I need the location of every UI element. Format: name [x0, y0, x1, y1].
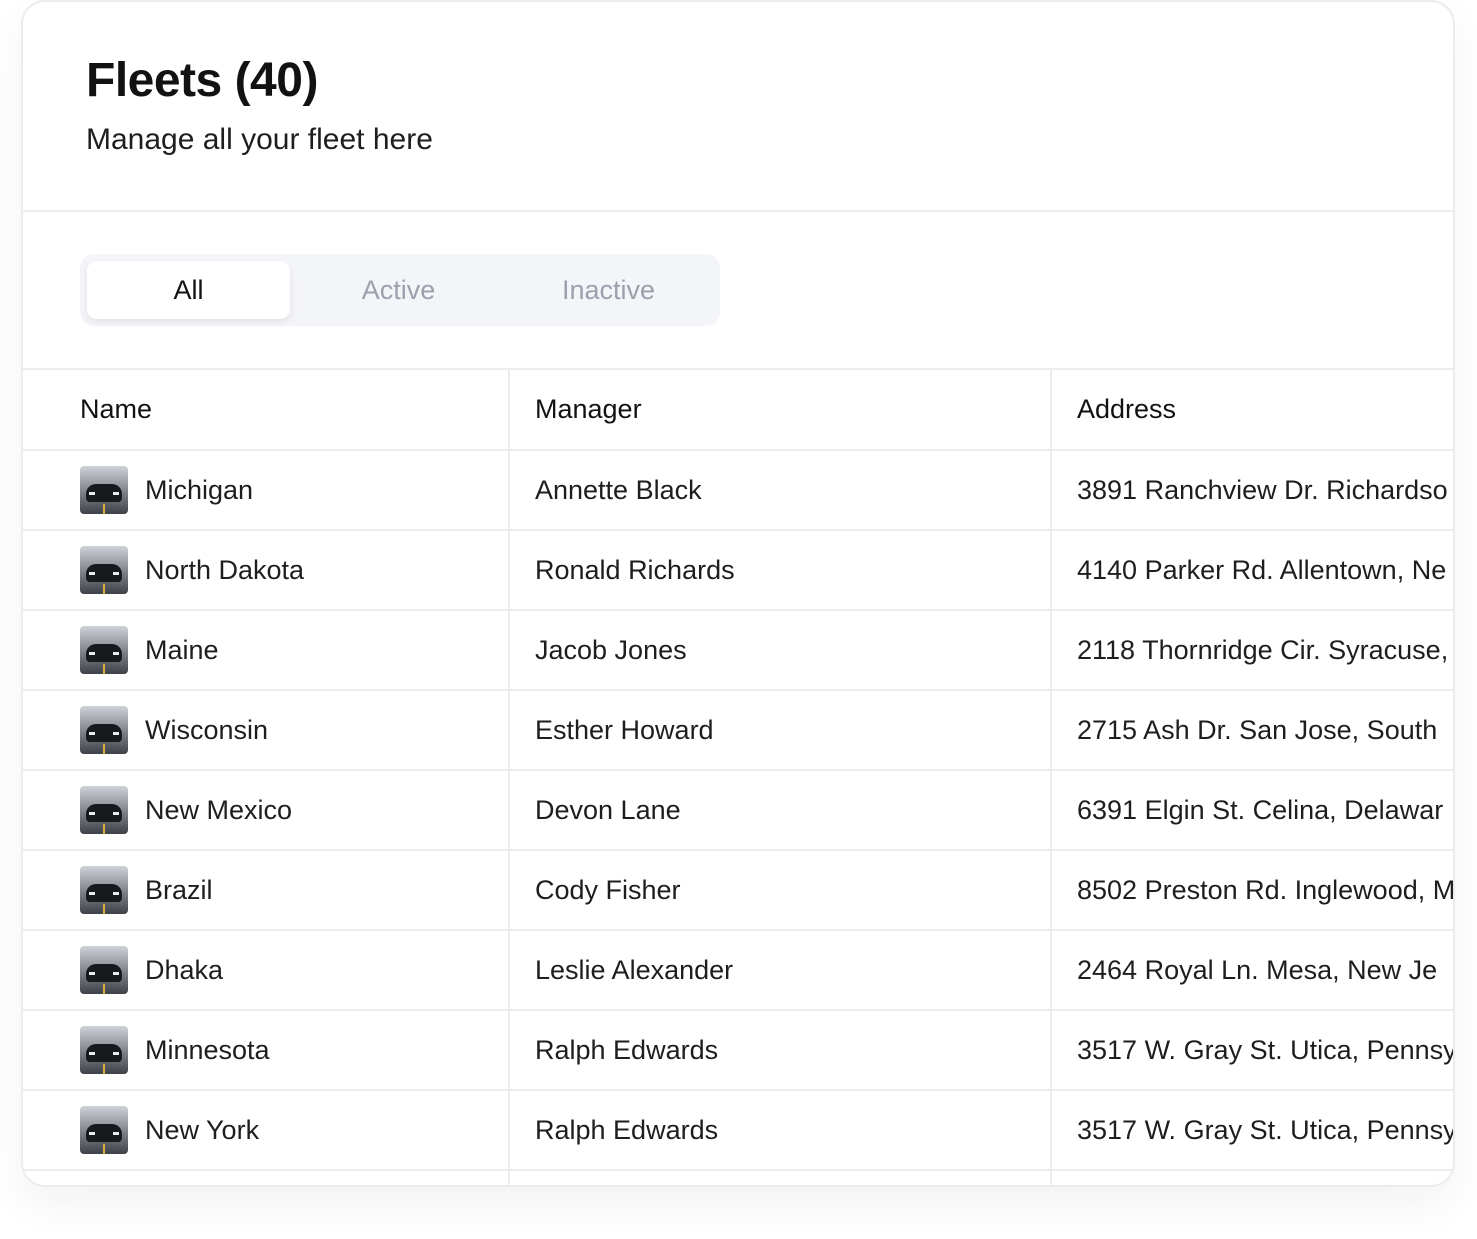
page-subtitle: Manage all your fleet here [86, 123, 433, 156]
cell-name: Brazil [23, 850, 509, 931]
name-cell: New York [80, 1106, 508, 1154]
name-cell [80, 1186, 508, 1187]
cell-name: Dhaka [23, 930, 509, 1011]
car-thumbnail-icon [80, 1026, 128, 1074]
cell-manager: Ralph Edwards [508, 1010, 1051, 1091]
fleet-name[interactable]: New Mexico [145, 795, 292, 826]
cell-address: 2715 Ash Dr. San Jose, South [1050, 690, 1453, 771]
cell-name: New York [23, 1090, 509, 1171]
page-header: Fleets (40) Manage all your fleet here [23, 2, 1453, 212]
name-cell: Dhaka [80, 946, 508, 994]
cell-manager: Leslie Alexander [508, 930, 1051, 1011]
cell-name: Maine [23, 610, 509, 691]
fleet-name[interactable]: Dhaka [145, 955, 223, 986]
cell-manager: Jacob Jones [508, 610, 1051, 691]
fleet-name[interactable]: Maine [145, 635, 219, 666]
cell-name: North Dakota [23, 530, 509, 611]
car-thumbnail-icon [80, 1106, 128, 1154]
cell-address: 2118 Thornridge Cir. Syracuse, C [1050, 610, 1453, 691]
cell-manager: Esther Howard [508, 690, 1051, 771]
fleet-name[interactable]: Minnesota [145, 1035, 270, 1066]
cell-manager: Ralph Edwards [508, 1090, 1051, 1171]
cell-address: 3517 W. Gray St. Utica, Pennsy [1050, 1010, 1453, 1091]
name-cell: Wisconsin [80, 706, 508, 754]
column-header-name[interactable]: Name [23, 370, 509, 451]
name-cell: Brazil [80, 866, 508, 914]
cell-address: 4140 Parker Rd. Allentown, Ne [1050, 530, 1453, 611]
cell-manager [508, 1170, 1051, 1185]
cell-manager: Devon Lane [508, 770, 1051, 851]
table-row[interactable]: Michigan Annette Black 3891 Ranchview Dr. … [23, 450, 1453, 531]
fleets-table: Name Manager Address Michigan Annette Bla… [23, 370, 1453, 1187]
cell-name: Minnesota [23, 1010, 509, 1091]
cell-address: 8502 Preston Rd. Inglewood, M [1050, 850, 1453, 931]
cell-manager: Ronald Richards [508, 530, 1051, 611]
status-tabs: All Active Inactive [80, 254, 720, 326]
cell-address: 3891 Ranchview Dr. Richardso [1050, 450, 1453, 531]
car-thumbnail-icon [80, 786, 128, 834]
name-cell: Maine [80, 626, 508, 674]
column-header-manager[interactable]: Manager [508, 370, 1051, 451]
table-row[interactable]: Maine Jacob Jones 2118 Thornridge Cir. Syr… [23, 610, 1453, 691]
cell-name [23, 1170, 509, 1187]
table-row[interactable]: Brazil Cody Fisher 8502 Preston Rd. Inglew… [23, 850, 1453, 931]
car-thumbnail-icon [80, 626, 128, 674]
cell-manager: Cody Fisher [508, 850, 1051, 931]
table-row[interactable]: Wisconsin Esther Howard 2715 Ash Dr. San J… [23, 690, 1453, 771]
fleet-name[interactable]: Brazil [145, 875, 213, 906]
page-title: Fleets (40) [86, 54, 318, 107]
name-cell: Michigan [80, 466, 508, 514]
cell-name: Michigan [23, 450, 509, 531]
table-row[interactable]: Dhaka Leslie Alexander 2464 Royal Ln. Mesa… [23, 930, 1453, 1011]
tab-all[interactable]: All [87, 261, 290, 319]
tab-active[interactable]: Active [297, 261, 500, 319]
filter-bar: All Active Inactive [23, 212, 1453, 370]
cell-address: 3517 W. Gray St. Utica, Pennsy [1050, 1090, 1453, 1171]
table-header-row: Name Manager Address [23, 370, 1453, 451]
car-thumbnail-icon [80, 866, 128, 914]
table-row[interactable]: Minnesota Ralph Edwards 3517 W. Gray St. U… [23, 1010, 1453, 1091]
cell-address: 6391 Elgin St. Celina, Delawar [1050, 770, 1453, 851]
car-thumbnail-icon [80, 706, 128, 754]
cell-address: 2464 Royal Ln. Mesa, New Je [1050, 930, 1453, 1011]
car-thumbnail-icon [80, 1186, 128, 1187]
name-cell: New Mexico [80, 786, 508, 834]
name-cell: North Dakota [80, 546, 508, 594]
name-cell: Minnesota [80, 1026, 508, 1074]
cell-name: Wisconsin [23, 690, 509, 771]
table-row[interactable] [23, 1170, 1453, 1187]
fleet-name[interactable]: North Dakota [145, 555, 304, 586]
fleets-card: Fleets (40) Manage all your fleet here A… [21, 0, 1455, 1187]
car-thumbnail-icon [80, 946, 128, 994]
cell-name: New Mexico [23, 770, 509, 851]
table-row[interactable]: New York Ralph Edwards 3517 W. Gray St. Ut… [23, 1090, 1453, 1171]
fleet-name[interactable]: Michigan [145, 475, 253, 506]
car-thumbnail-icon [80, 546, 128, 594]
table-row[interactable]: North Dakota Ronald Richards 4140 Parker R… [23, 530, 1453, 611]
tab-inactive[interactable]: Inactive [507, 261, 710, 319]
fleet-name[interactable]: Wisconsin [145, 715, 268, 746]
car-thumbnail-icon [80, 466, 128, 514]
cell-manager: Annette Black [508, 450, 1051, 531]
cell-address [1050, 1170, 1453, 1185]
table-row[interactable]: New Mexico Devon Lane 6391 Elgin St. Celin… [23, 770, 1453, 851]
fleet-name[interactable]: New York [145, 1115, 259, 1146]
column-header-address[interactable]: Address [1050, 370, 1453, 451]
